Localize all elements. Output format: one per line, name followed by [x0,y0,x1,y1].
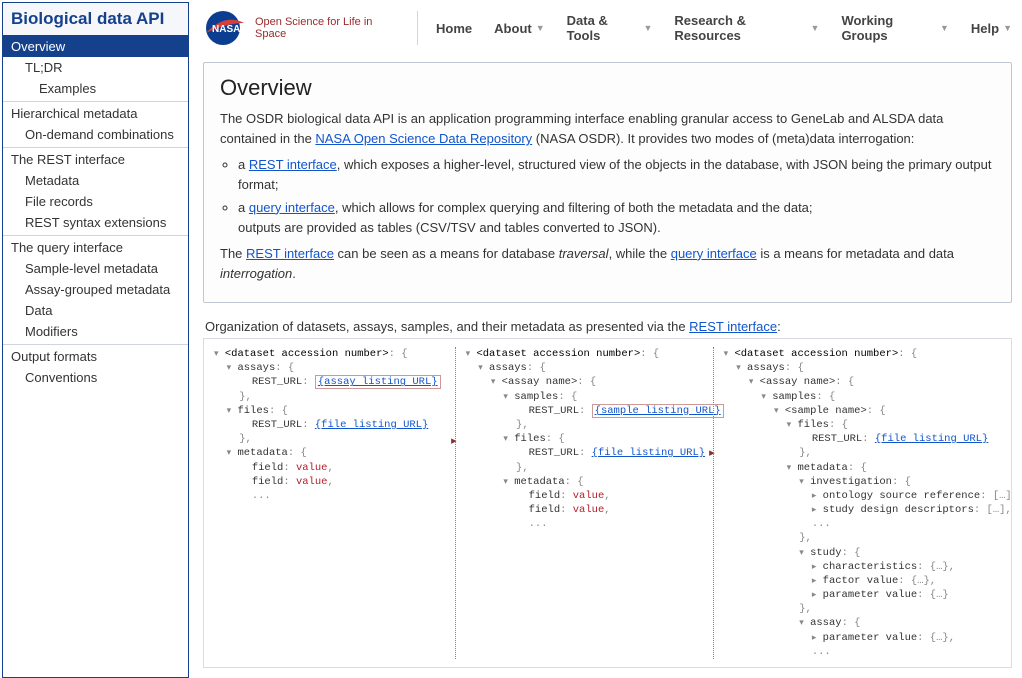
nav-ondemand[interactable]: On-demand combinations [3,124,188,145]
link-rest-interface-3[interactable]: REST interface [689,319,777,334]
nav-metadata[interactable]: Metadata [3,170,188,191]
divider [417,11,418,45]
chevron-down-icon: ▼ [644,23,653,33]
nav-assaygrouped[interactable]: Assay-grouped metadata [3,279,188,300]
menu-help[interactable]: Help▼ [971,13,1012,43]
nav-hierarchical[interactable]: Hierarchical metadata [3,101,188,124]
menu-data-tools[interactable]: Data & Tools▼ [567,13,653,43]
nav-query[interactable]: The query interface [3,235,188,258]
nav-samplelevel[interactable]: Sample-level metadata [3,258,188,279]
nav-output[interactable]: Output formats [3,344,188,367]
diagram-col-3: ▾ <dataset accession number>: { ▾ assays… [713,347,1012,659]
chevron-down-icon: ▼ [1003,23,1012,33]
nav-restsyntax[interactable]: REST syntax extensions [3,212,188,233]
nav-tldr[interactable]: TL;DR [3,57,188,78]
link-rest-interface-2[interactable]: REST interface [246,246,334,261]
main-menu: Home About▼ Data & Tools▼ Research & Res… [436,13,1012,43]
link-assay-listing[interactable]: {assay listing URL} [315,375,441,389]
menu-working-groups[interactable]: Working Groups▼ [841,13,948,43]
svg-text:NASA: NASA [212,24,240,35]
link-file-listing[interactable]: {file listing URL} [315,419,428,431]
logo-tagline: Open Science for Life in Space [255,16,399,40]
nav-filerecords[interactable]: File records [3,191,188,212]
link-file-listing-2[interactable]: {file listing URL} [592,447,705,459]
bullet-rest: a REST interface, which exposes a higher… [238,155,995,195]
top-nav: NASA Open Science for Life in Space Home… [203,0,1012,56]
link-query-interface[interactable]: query interface [249,200,335,215]
structure-diagram: ▾ <dataset accession number>: { ▾ assays… [203,338,1012,668]
nav-conventions[interactable]: Conventions [3,367,188,388]
nav-examples[interactable]: Examples [3,78,188,99]
nav-data[interactable]: Data [3,300,188,321]
menu-research[interactable]: Research & Resources▼ [674,13,819,43]
diagram-caption: Organization of datasets, assays, sample… [205,319,1012,334]
link-query-interface-2[interactable]: query interface [671,246,757,261]
intro-paragraph: The OSDR biological data API is an appli… [220,109,995,149]
diagram-col-2: ▾ <dataset accession number>: { ▾ assays… [455,347,705,659]
chevron-down-icon: ▼ [940,23,949,33]
nav-modifiers[interactable]: Modifiers [3,321,188,342]
nasa-logo-icon: NASA [203,9,247,47]
nav-overview[interactable]: Overview [3,36,188,57]
sidebar-title: Biological data API [3,3,188,36]
nav-rest[interactable]: The REST interface [3,147,188,170]
chevron-down-icon: ▼ [811,23,820,33]
bullet-query: a query interface, which allows for comp… [238,198,995,238]
logo[interactable]: NASA Open Science for Life in Space [203,9,399,47]
page-title: Overview [220,75,995,101]
overview-box: Overview The OSDR biological data API is… [203,62,1012,303]
sidebar: Biological data API Overview TL;DR Examp… [2,2,189,678]
diagram-col-1: ▾ <dataset accession number>: { ▾ assays… [214,347,447,659]
summary-paragraph: The REST interface can be seen as a mean… [220,244,995,284]
menu-home[interactable]: Home [436,13,472,43]
link-osdr[interactable]: NASA Open Science Data Repository [315,131,532,146]
menu-about[interactable]: About▼ [494,13,544,43]
link-rest-interface[interactable]: REST interface [249,157,337,172]
link-sample-listing[interactable]: {sample listing URL} [592,404,724,418]
link-file-listing-3[interactable]: {file listing URL} [875,433,988,445]
main-content: NASA Open Science for Life in Space Home… [189,0,1022,678]
chevron-down-icon: ▼ [536,23,545,33]
